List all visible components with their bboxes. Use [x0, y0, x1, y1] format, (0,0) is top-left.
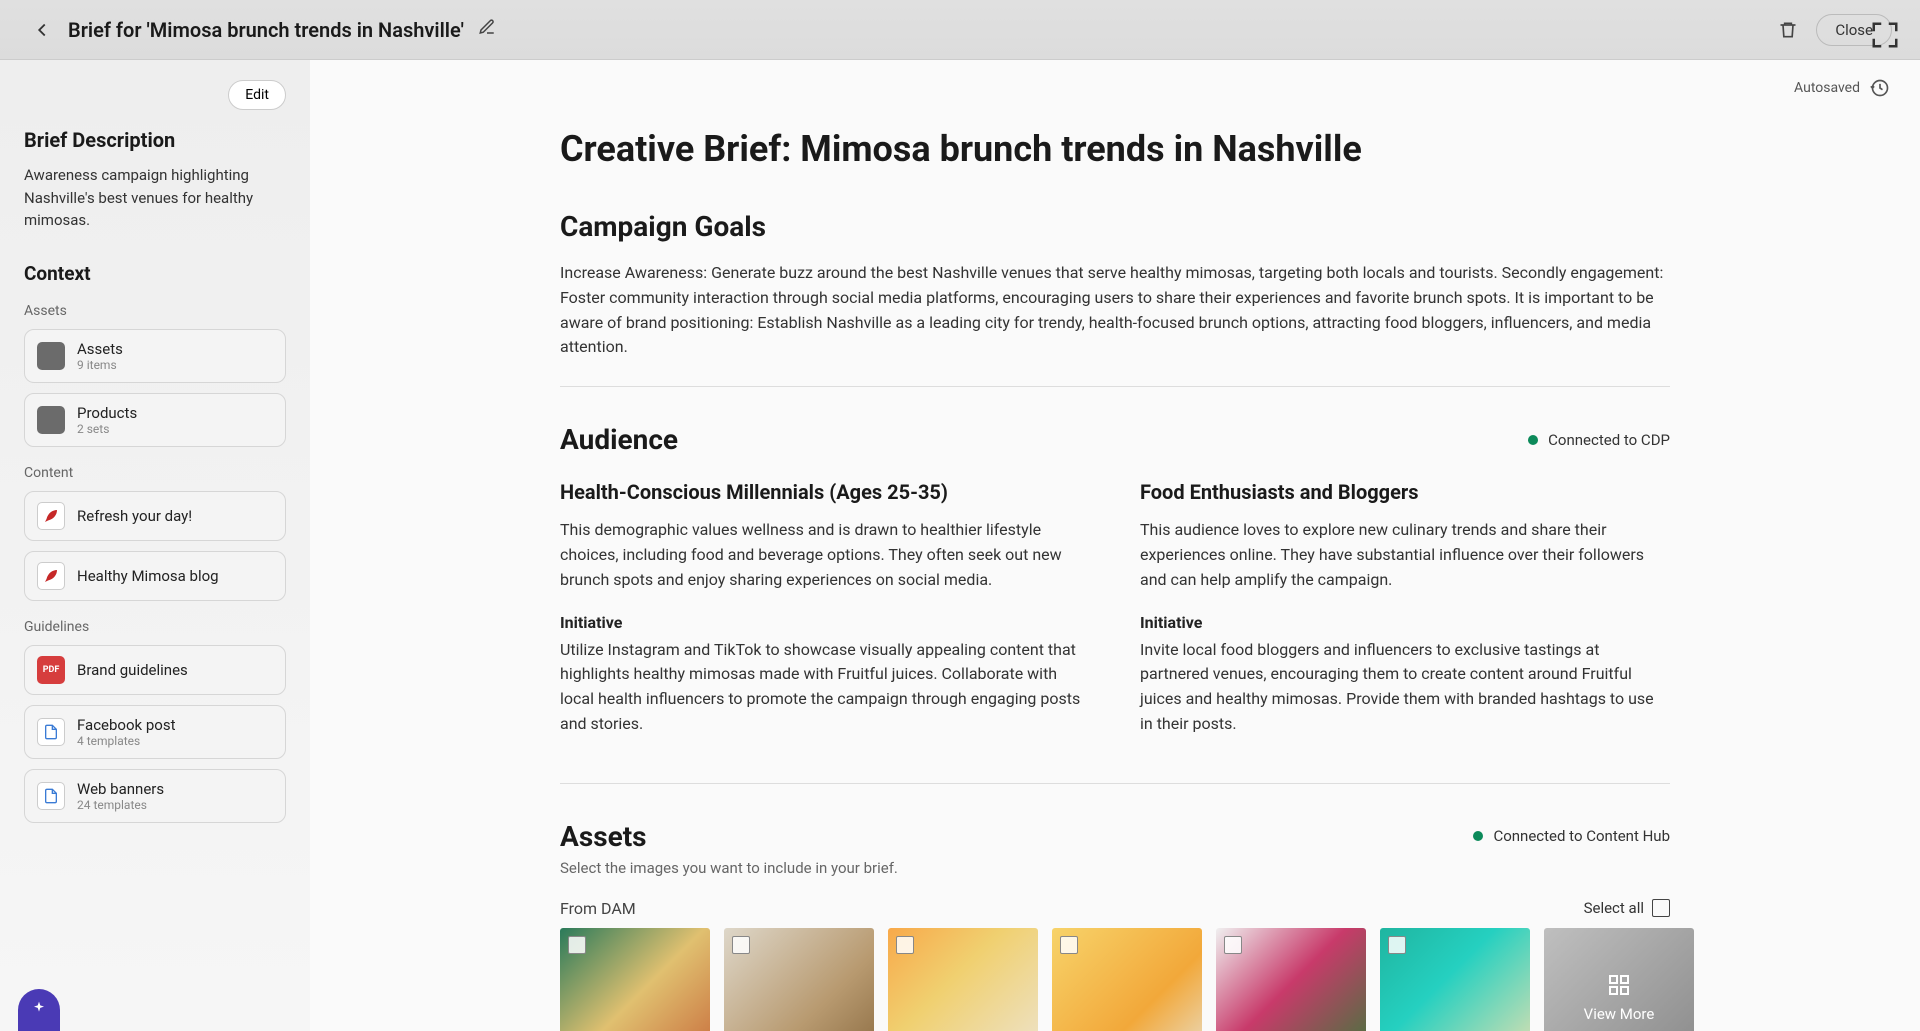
- card-subtitle: 4 templates: [77, 734, 176, 748]
- audience-heading: Audience: [560, 423, 678, 456]
- audience2-title: Food Enthusiasts and Bloggers: [1140, 480, 1670, 504]
- status-dot-icon: [1528, 435, 1538, 445]
- sidebar-card-refresh[interactable]: Refresh your day!: [24, 491, 286, 541]
- asset-checkbox[interactable]: [896, 936, 914, 954]
- campaign-goals-body: Increase Awareness: Generate buzz around…: [560, 261, 1670, 360]
- feather-icon: [37, 502, 65, 530]
- audience2-initiative-heading: Initiative: [1140, 613, 1670, 632]
- card-title: Refresh your day!: [77, 507, 192, 525]
- connected-cdp-label: Connected to CDP: [1548, 431, 1670, 449]
- delete-icon[interactable]: [1774, 16, 1802, 44]
- context-heading: Context: [24, 262, 286, 285]
- card-title: Facebook post: [77, 716, 176, 734]
- card-title: Assets: [77, 340, 123, 358]
- asset-checkbox[interactable]: [732, 936, 750, 954]
- file-icon: [37, 782, 65, 810]
- view-more-label: View More: [1584, 1005, 1655, 1023]
- pdf-icon: PDF: [37, 656, 65, 684]
- feather-icon: [37, 562, 65, 590]
- sidebar-card-brand-guidelines[interactable]: PDF Brand guidelines: [24, 645, 286, 695]
- brief-heading: Creative Brief: Mimosa brunch trends in …: [560, 128, 1670, 170]
- sparkle-icon: [29, 1000, 49, 1020]
- folder-thumb-icon: [37, 342, 65, 370]
- sidebar-card-assets[interactable]: Assets 9 items: [24, 329, 286, 383]
- asset-thumbnail[interactable]: [1052, 928, 1202, 1031]
- card-subtitle: 24 templates: [77, 798, 164, 812]
- card-subtitle: 2 sets: [77, 422, 137, 436]
- card-title: Web banners: [77, 780, 164, 798]
- view-more-button[interactable]: View More: [1544, 928, 1694, 1031]
- close-button[interactable]: Close: [1816, 14, 1892, 46]
- audience2-initiative-body: Invite local food bloggers and influence…: [1140, 638, 1670, 737]
- from-dam-label: From DAM: [560, 899, 636, 918]
- history-icon[interactable]: [1870, 78, 1890, 98]
- brief-description-body: Awareness campaign highlighting Nashvill…: [24, 164, 286, 232]
- file-icon: [37, 718, 65, 746]
- audience1-initiative-body: Utilize Instagram and TikTok to showcase…: [560, 638, 1090, 737]
- grid-icon: [1607, 973, 1631, 997]
- asset-thumbnail[interactable]: [1216, 928, 1366, 1031]
- asset-checkbox[interactable]: [568, 936, 586, 954]
- sidebar: Edit Brief Description Awareness campaig…: [0, 60, 310, 1031]
- edit-button[interactable]: Edit: [228, 80, 286, 110]
- asset-checkbox[interactable]: [1224, 936, 1242, 954]
- sidebar-card-web-banners[interactable]: Web banners 24 templates: [24, 769, 286, 823]
- audience2-body: This audience loves to explore new culin…: [1140, 518, 1670, 592]
- assets-label: Assets: [24, 303, 286, 319]
- edit-title-icon[interactable]: [478, 18, 496, 41]
- sidebar-card-facebook-post[interactable]: Facebook post 4 templates: [24, 705, 286, 759]
- audience1-initiative-heading: Initiative: [560, 613, 1090, 632]
- campaign-goals-heading: Campaign Goals: [560, 210, 1670, 243]
- guidelines-label: Guidelines: [24, 619, 286, 635]
- assistant-fab-button[interactable]: [18, 989, 60, 1031]
- page-title: Brief for 'Mimosa brunch trends in Nashv…: [68, 18, 464, 42]
- assets-heading: Assets: [560, 820, 647, 853]
- card-title: Healthy Mimosa blog: [77, 567, 219, 585]
- status-dot-icon: [1473, 831, 1483, 841]
- card-title: Products: [77, 404, 137, 422]
- asset-thumbnail[interactable]: [560, 928, 710, 1031]
- sidebar-card-products[interactable]: Products 2 sets: [24, 393, 286, 447]
- asset-checkbox[interactable]: [1388, 936, 1406, 954]
- connected-hub-label: Connected to Content Hub: [1493, 827, 1670, 845]
- sidebar-card-blog[interactable]: Healthy Mimosa blog: [24, 551, 286, 601]
- content-label: Content: [24, 465, 286, 481]
- divider: [560, 386, 1670, 387]
- autosaved-label: Autosaved: [1794, 80, 1860, 96]
- asset-thumbnail[interactable]: [1380, 928, 1530, 1031]
- card-subtitle: 9 items: [77, 358, 123, 372]
- folder-thumb-icon: [37, 406, 65, 434]
- audience1-body: This demographic values wellness and is …: [560, 518, 1090, 592]
- asset-checkbox[interactable]: [1060, 936, 1078, 954]
- audience1-title: Health-Conscious Millennials (Ages 25-35…: [560, 480, 1090, 504]
- select-all-label: Select all: [1584, 899, 1644, 917]
- brief-description-heading: Brief Description: [24, 128, 286, 152]
- divider: [560, 783, 1670, 784]
- back-arrow-icon[interactable]: [28, 16, 56, 44]
- select-all-checkbox[interactable]: [1652, 899, 1670, 917]
- assets-subtitle: Select the images you want to include in…: [560, 859, 1670, 877]
- asset-thumbnail[interactable]: [888, 928, 1038, 1031]
- card-title: Brand guidelines: [77, 661, 188, 679]
- asset-thumbnail[interactable]: [724, 928, 874, 1031]
